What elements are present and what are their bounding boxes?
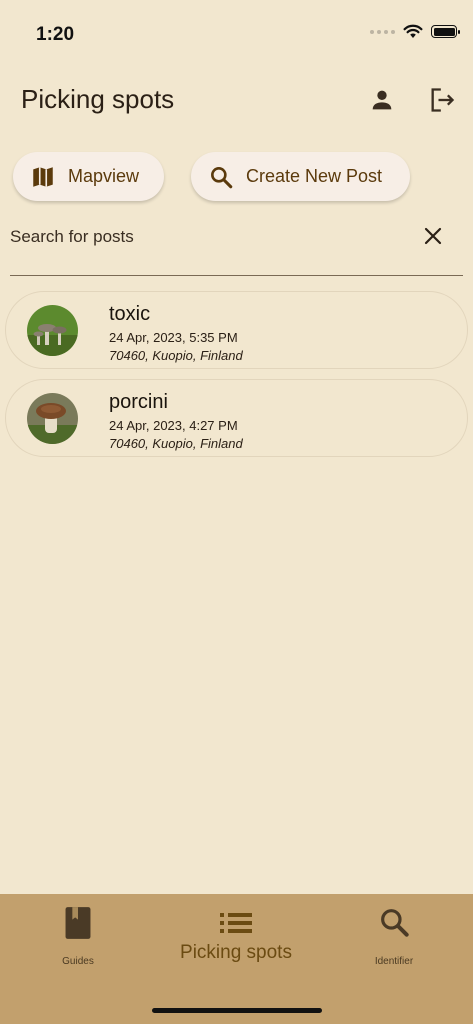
status-indicators <box>370 24 460 39</box>
mapview-button[interactable]: Mapview <box>13 152 164 201</box>
search-icon <box>211 166 233 188</box>
post-date: 24 Apr, 2023, 4:27 PM <box>109 418 238 433</box>
status-time: 1:20 <box>36 24 75 45</box>
search-icon <box>381 909 409 937</box>
book-icon <box>65 907 91 939</box>
map-icon <box>33 166 53 187</box>
mapview-label: Mapview <box>68 166 140 186</box>
create-post-label: Create New Post <box>246 166 383 186</box>
search-input[interactable] <box>10 222 390 252</box>
nav-item-identifier[interactable]: Identifier <box>354 894 434 967</box>
signal-dots-icon <box>370 29 395 34</box>
post-date: 24 Apr, 2023, 5:35 PM <box>109 330 238 345</box>
profile-icon[interactable] <box>368 86 396 114</box>
page-title: Picking spots <box>21 84 175 114</box>
post-title: porcini <box>109 391 168 413</box>
nav-label-guides: Guides <box>62 956 94 967</box>
post-location: 70460, Kuopio, Finland <box>109 348 243 363</box>
home-indicator[interactable] <box>152 1008 322 1013</box>
battery-icon <box>431 25 460 38</box>
nav-label-identifier: Identifier <box>374 956 414 967</box>
status-bar: 1:20 <box>0 0 473 70</box>
bottom-nav: Guides Picking spots Identifier <box>0 894 473 1024</box>
list-icon <box>220 913 252 933</box>
post-location: 70460, Kuopio, Finland <box>109 436 243 451</box>
logout-icon[interactable] <box>428 86 456 114</box>
post-thumbnail <box>27 305 78 356</box>
nav-item-picking-spots[interactable]: Picking spots <box>156 894 316 964</box>
post-title: toxic <box>109 303 151 325</box>
nav-item-guides[interactable]: Guides <box>38 894 118 967</box>
wifi-icon <box>403 24 423 38</box>
search-bar <box>10 222 463 276</box>
post-item[interactable]: porcini 24 Apr, 2023, 4:27 PM 70460, Kuo… <box>5 379 468 457</box>
nav-label-picking-spots: Picking spots <box>180 942 292 963</box>
post-list: toxic 24 Apr, 2023, 5:35 PM 70460, Kuopi… <box>5 291 468 467</box>
close-icon[interactable] <box>421 224 445 248</box>
post-item[interactable]: toxic 24 Apr, 2023, 5:35 PM 70460, Kuopi… <box>5 291 468 369</box>
post-thumbnail <box>27 393 78 444</box>
create-post-button[interactable]: Create New Post <box>191 152 410 201</box>
